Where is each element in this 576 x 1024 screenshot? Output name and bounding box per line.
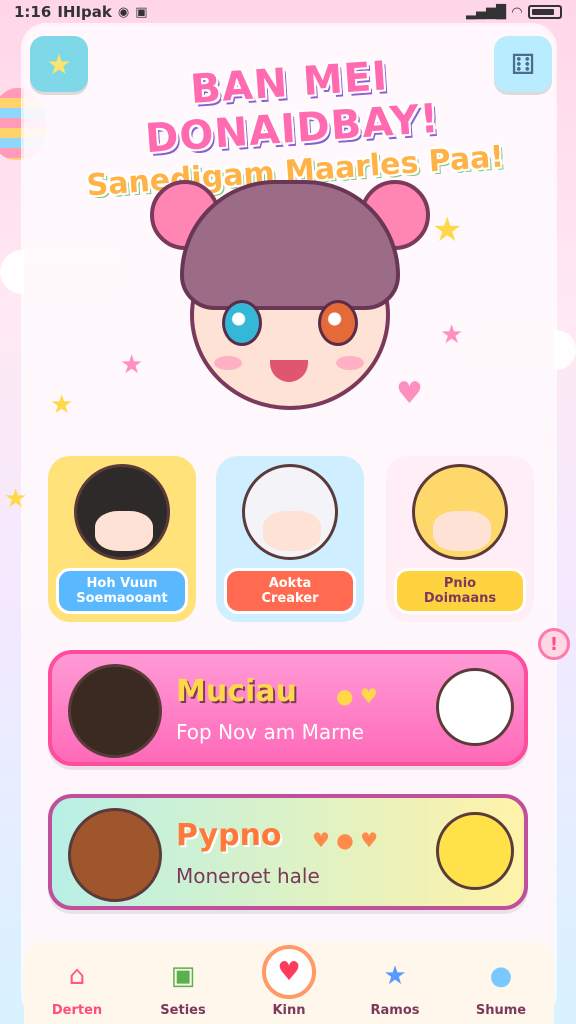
sim-icon: ▣: [135, 4, 148, 20]
tab-kinn[interactable]: ♥ Kinn: [244, 945, 334, 1018]
star-icon: ★: [383, 961, 407, 991]
character-card-1[interactable]: Hoh Vuun Soemaooant: [48, 456, 196, 622]
character-label: Pnio Doimaans: [394, 568, 526, 614]
hero-blush: [214, 356, 242, 370]
status-bar: 1:16 IHIpak ◉ ▣ ▂▄▆█ ◠: [0, 0, 576, 24]
hero-character: [150, 160, 430, 440]
character-label: Aokta Creaker: [224, 568, 356, 614]
chat-bubble-icon: ●: [489, 961, 513, 991]
star-sparkle-icon: ★: [432, 210, 463, 250]
notification-icon: ◉: [117, 4, 130, 20]
status-carrier: IHIpak: [57, 3, 112, 21]
heart-icon: ♥: [262, 945, 316, 999]
hearts-icon: ● ♥: [336, 684, 378, 708]
bear-mascot-icon: [436, 812, 514, 890]
character-avatar: [74, 464, 170, 560]
character-avatar: [412, 464, 508, 560]
character-label: Hoh Vuun Soemaooant: [56, 568, 188, 614]
battery-icon: [528, 5, 562, 19]
bear-mascot-icon: [436, 668, 514, 746]
tab-derten[interactable]: ⌂ Derten: [32, 953, 122, 1018]
mode-avatar: [68, 664, 162, 758]
mode-title: Pypno: [176, 818, 282, 853]
wifi-icon: ◠: [512, 4, 522, 20]
status-time: 1:16: [14, 3, 52, 21]
hearts-icon: ♥ ● ♥: [312, 828, 379, 852]
star-sparkle-icon: ★: [120, 350, 144, 380]
star-sparkle-icon: ★: [4, 484, 28, 514]
character-select-row: Hoh Vuun Soemaooant Aokta Creaker Pnio D…: [48, 456, 534, 624]
tv-icon: ▣: [170, 961, 196, 991]
hero-blush: [336, 356, 364, 370]
tab-ramos[interactable]: ★ Ramos: [350, 953, 440, 1018]
hero-eye-left: [222, 300, 262, 346]
info-button[interactable]: !: [538, 628, 570, 660]
star-sparkle-icon: ★: [440, 320, 464, 350]
character-card-3[interactable]: Pnio Doimaans: [386, 456, 534, 622]
character-card-2[interactable]: Aokta Creaker: [216, 456, 364, 622]
character-avatar: [242, 464, 338, 560]
signal-icon: ▂▄▆█: [466, 4, 506, 20]
heart-sparkle-icon: ♥: [396, 376, 423, 411]
mode-card-1[interactable]: Muciau ● ♥ Fop Nov am Marne: [48, 650, 528, 766]
tab-shume[interactable]: ● Shume: [456, 953, 546, 1018]
mode-avatar: [68, 808, 162, 902]
home-icon: ⌂: [68, 961, 86, 991]
tab-seties[interactable]: ▣ Seties: [138, 953, 228, 1018]
info-icon: !: [549, 633, 559, 655]
mode-subtitle: Moneroet hale: [176, 864, 320, 888]
bottom-tab-bar: ⌂ Derten ▣ Seties ♥ Kinn ★ Ramos ● Shume: [24, 942, 554, 1024]
mode-card-2[interactable]: Pypno ♥ ● ♥ Moneroet hale: [48, 794, 528, 910]
star-sparkle-icon: ★: [50, 390, 74, 420]
mode-title: Muciau: [176, 674, 297, 709]
hero-eye-right: [318, 300, 358, 346]
mode-subtitle: Fop Nov am Marne: [176, 720, 364, 744]
